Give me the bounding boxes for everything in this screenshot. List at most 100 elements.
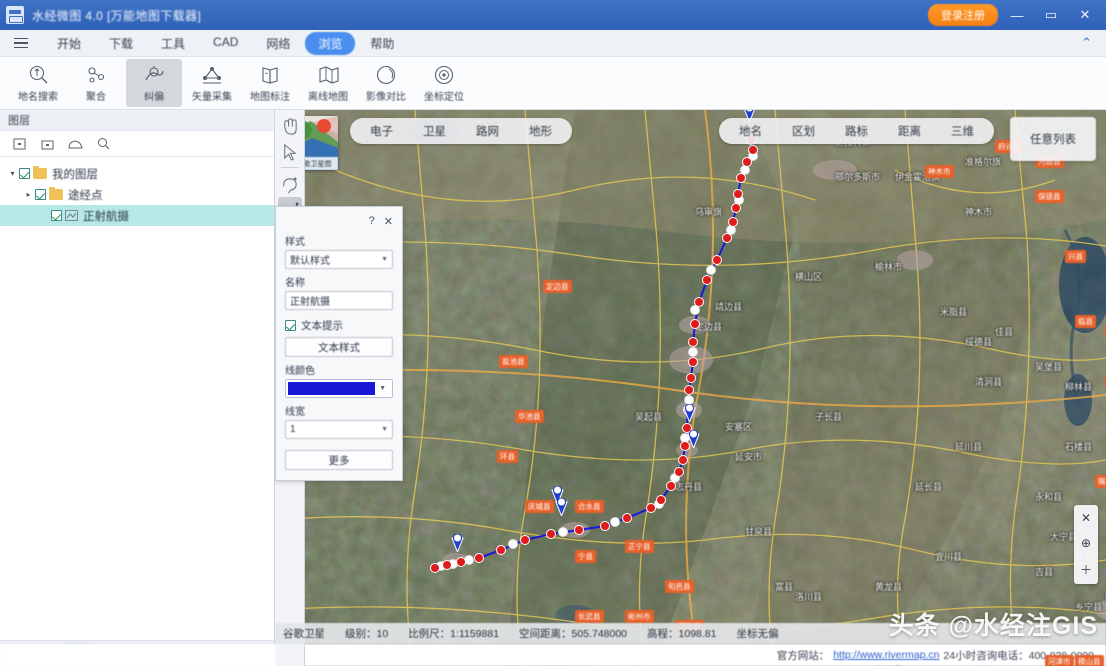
map-tab-区划[interactable]: 区划 bbox=[778, 120, 829, 142]
menu-item-6[interactable]: 帮助 bbox=[357, 32, 407, 55]
line-color-label: 线颜色 bbox=[285, 366, 315, 377]
ribbon-坐标定位[interactable]: 坐标定位 bbox=[416, 59, 472, 107]
text-style-button[interactable]: 文本样式 bbox=[285, 337, 393, 357]
close-panel-icon[interactable]: ✕ bbox=[1081, 511, 1091, 525]
offline-map-icon bbox=[316, 64, 340, 86]
name-label: 名称 bbox=[285, 278, 305, 289]
vector-collect-icon bbox=[200, 64, 224, 86]
style-select[interactable]: 默认样式 ▼ bbox=[285, 250, 393, 269]
search-location-icon bbox=[26, 64, 50, 86]
footer-site-link[interactable]: http://www.rivermap.cn bbox=[833, 649, 939, 661]
chevron-down-icon: ▼ bbox=[381, 426, 388, 433]
layer-tree-node[interactable]: ▾ 我的图层 bbox=[0, 163, 274, 184]
expand-toggle-icon[interactable]: ▸ bbox=[22, 190, 35, 199]
ribbon-label: 矢量采集 bbox=[192, 91, 232, 103]
line-width-select[interactable]: 1 ▼ bbox=[285, 420, 393, 439]
dialog-help-icon[interactable]: ? bbox=[369, 215, 375, 228]
polyline-layer-icon bbox=[65, 210, 78, 221]
layer-checkbox[interactable] bbox=[51, 210, 62, 221]
ribbon-label: 坐标定位 bbox=[424, 91, 464, 103]
status-coord: 坐标无偏 bbox=[736, 628, 779, 640]
menu-item-4[interactable]: 网络 bbox=[253, 32, 303, 55]
coordinate-locate-icon bbox=[432, 64, 456, 86]
list-button[interactable]: 任意列表 bbox=[1010, 117, 1096, 161]
lasso-select-icon[interactable] bbox=[278, 172, 302, 196]
ribbon-label: 影像对比 bbox=[366, 91, 406, 103]
status-scale: 比例尺：1:1159881 bbox=[408, 628, 500, 640]
color-swatch bbox=[288, 382, 376, 395]
ribbon-纠偏[interactable]: 纠偏 bbox=[126, 59, 182, 107]
ribbon-toolbar: 地名搜索 聚合 纠偏 矢量采集 地图标注 离线地图 影像对比 坐标定位 bbox=[0, 57, 1106, 110]
collapse-ribbon-icon[interactable]: ⌃ bbox=[1081, 35, 1098, 51]
panel-toolbar bbox=[0, 131, 274, 157]
dialog-close-icon[interactable]: ✕ bbox=[384, 215, 393, 228]
map-viewport[interactable]: 谷歌卫星图 电子 卫星 路网 地形 地名 区划 路标 距离 三维 任意列表 ✕ ⊕ ＋ 定边县 吴起… bbox=[275, 110, 1106, 666]
ribbon-离线地图[interactable]: 离线地图 bbox=[300, 59, 356, 107]
expand-toggle-icon[interactable]: ▾ bbox=[6, 169, 19, 178]
ribbon-聚合[interactable]: 聚合 bbox=[68, 59, 124, 107]
menu-item-2[interactable]: 工具 bbox=[148, 32, 198, 55]
checkbox-icon bbox=[285, 320, 296, 331]
map-controls: ✕ ⊕ ＋ bbox=[1074, 505, 1098, 584]
ribbon-地名搜索[interactable]: 地名搜索 bbox=[10, 59, 66, 107]
map-tab-距离[interactable]: 距离 bbox=[884, 120, 935, 142]
name-input[interactable]: 正射航摄 bbox=[285, 291, 393, 310]
layers-panel: 图层 ▾我的图层▸途经点正射航摄 搜索图层轨迹生成? bbox=[0, 110, 275, 666]
map-annotate-icon bbox=[258, 64, 282, 86]
search-icon[interactable] bbox=[90, 134, 116, 154]
map-tab-三维[interactable]: 三维 bbox=[937, 120, 988, 142]
layer-checkbox[interactable] bbox=[35, 189, 46, 200]
menu-item-3[interactable]: CAD bbox=[200, 32, 251, 55]
layer-checkbox[interactable] bbox=[19, 168, 30, 179]
image-compare-icon bbox=[374, 64, 398, 86]
menu-item-1[interactable]: 下载 bbox=[96, 32, 146, 55]
more-button[interactable]: 更多 bbox=[285, 450, 393, 470]
add-folder-icon[interactable] bbox=[34, 134, 60, 154]
zoom-in-icon[interactable]: ＋ bbox=[1080, 561, 1092, 578]
line-width-label: 线宽 bbox=[285, 407, 305, 418]
ribbon-矢量采集[interactable]: 矢量采集 bbox=[184, 59, 240, 107]
layer-label: 正射航摄 bbox=[83, 210, 129, 223]
map-tab-路网[interactable]: 路网 bbox=[462, 120, 513, 142]
line-color-picker[interactable]: ▼ bbox=[285, 379, 393, 398]
ribbon-影像对比[interactable]: 影像对比 bbox=[358, 59, 414, 107]
ribbon-地图标注[interactable]: 地图标注 bbox=[242, 59, 298, 107]
ribbon-label: 离线地图 bbox=[308, 91, 348, 103]
footer-bar: 官方网站： http://www.rivermap.cn 24小时咨询电话：40… bbox=[0, 644, 1106, 666]
ribbon-label: 纠偏 bbox=[144, 91, 164, 103]
menu-item-0[interactable]: 开始 bbox=[44, 32, 94, 55]
cloud-icon[interactable] bbox=[62, 134, 88, 154]
status-elevation: 高程：1098.81 bbox=[647, 628, 717, 640]
properties-dialog: ? ✕ 样式 默认样式 ▼ 名称 正射航摄 文本提示 文本样式 线颜色 ▼ 线宽… bbox=[275, 206, 403, 481]
ribbon-label: 地名搜索 bbox=[18, 91, 58, 103]
chevron-down-icon: ▼ bbox=[379, 385, 386, 392]
map-overlay-tabs: 地名 区划 路标 距离 三维 bbox=[719, 118, 994, 144]
add-layer-icon[interactable] bbox=[6, 134, 32, 154]
locate-crosshair-icon[interactable]: ⊕ bbox=[1081, 536, 1091, 550]
layer-tree-node[interactable]: 正射航摄 bbox=[0, 205, 274, 226]
hamburger-menu-icon[interactable] bbox=[8, 37, 34, 49]
map-tab-卫星[interactable]: 卫星 bbox=[409, 120, 460, 142]
select-cursor-icon[interactable] bbox=[278, 139, 302, 163]
map-tab-地形[interactable]: 地形 bbox=[515, 120, 566, 142]
chevron-down-icon: ▼ bbox=[381, 256, 388, 263]
pan-hand-icon[interactable] bbox=[278, 114, 302, 138]
app-title: 水经微图 4.0 [万能地图下载器] bbox=[32, 8, 202, 23]
title-bar: 水经微图 4.0 [万能地图下载器] 登录注册 — ▭ ✕ bbox=[0, 0, 1106, 30]
map-tab-路标[interactable]: 路标 bbox=[831, 120, 882, 142]
map-tab-电子[interactable]: 电子 bbox=[356, 120, 407, 142]
line-width-value: 1 bbox=[290, 424, 296, 435]
status-distance: 空间距离：505.748000 bbox=[519, 628, 628, 640]
folder-icon bbox=[33, 165, 47, 179]
window-controls: 登录注册 — ▭ ✕ bbox=[928, 1, 1100, 29]
layer-tree-node[interactable]: ▸ 途经点 bbox=[0, 184, 274, 205]
minimize-button[interactable]: — bbox=[1002, 1, 1032, 29]
status-bar: 谷歌卫星 级别：10 比例尺：1:1159881 空间距离：505.748000… bbox=[275, 623, 1106, 644]
map-type-tabs: 电子 卫星 路网 地形 bbox=[350, 118, 572, 144]
maximize-button[interactable]: ▭ bbox=[1036, 1, 1066, 29]
map-tab-地名[interactable]: 地名 bbox=[725, 120, 776, 142]
text-tip-checkbox[interactable]: 文本提示 bbox=[285, 318, 393, 333]
close-button[interactable]: ✕ bbox=[1070, 1, 1100, 29]
menu-item-5[interactable]: 浏览 bbox=[305, 31, 356, 55]
login-button[interactable]: 登录注册 bbox=[928, 4, 998, 26]
